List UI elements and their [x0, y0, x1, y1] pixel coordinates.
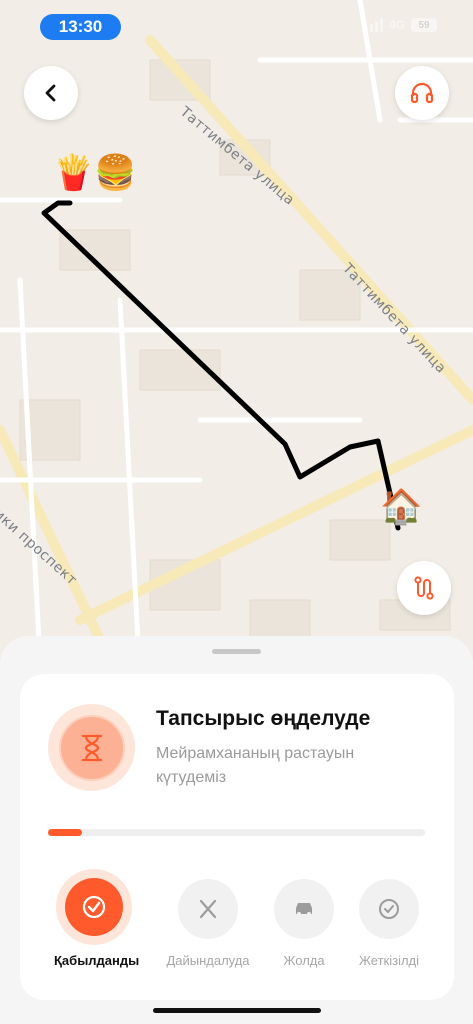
step-label: Жеткізілді: [358, 953, 420, 968]
step-on-the-way: Жолда: [272, 879, 336, 968]
order-status-subtitle: Мейрамхананың растауын күтудеміз: [156, 745, 355, 786]
support-button[interactable]: [395, 66, 449, 120]
step-label: Дайындалуда: [166, 953, 250, 968]
car-icon: [274, 879, 334, 939]
order-bottom-sheet[interactable]: Тапсырыс өңделуде Мейрамхананың растауын…: [0, 636, 473, 1024]
order-steps: Қабылданды Дайындалуда Жолда Жеткізілді: [20, 869, 454, 979]
chevron-left-icon: [45, 84, 56, 102]
step-preparing: Дайындалуда: [163, 879, 253, 968]
step-label: Жолда: [283, 953, 325, 968]
battery-icon: 59: [411, 18, 437, 32]
route-icon: [414, 576, 434, 600]
back-button[interactable]: [24, 66, 78, 120]
signal-icon: [364, 18, 383, 32]
headphones-icon: [410, 82, 434, 104]
step-label: Қабылданды: [54, 953, 140, 968]
order-status-title: Тапсырыс өңделуде: [156, 707, 371, 730]
home-indicator[interactable]: [153, 1008, 321, 1013]
hourglass-icon: [81, 734, 102, 761]
network-type: 4G: [388, 18, 405, 32]
restaurant-marker-icon[interactable]: 🍟🍔: [52, 156, 137, 190]
status-time: 13:30: [40, 14, 121, 40]
status-indicators: 4G 59: [364, 18, 437, 32]
check-circle-icon: [359, 879, 419, 939]
step-delivered: Жеткізілді: [351, 879, 427, 968]
route-button[interactable]: [397, 561, 451, 615]
fork-knife-icon: [178, 879, 238, 939]
hourglass-badge: [48, 704, 135, 791]
step-accepted: Қабылданды: [54, 869, 140, 968]
order-status-card: Тапсырыс өңделуде Мейрамхананың растауын…: [20, 674, 454, 1000]
order-progress-bar: [48, 829, 425, 836]
order-progress-fill: [48, 829, 82, 836]
sheet-drag-handle[interactable]: [212, 649, 261, 654]
home-marker-icon[interactable]: 🏠: [380, 490, 422, 524]
check-icon: [65, 878, 123, 936]
